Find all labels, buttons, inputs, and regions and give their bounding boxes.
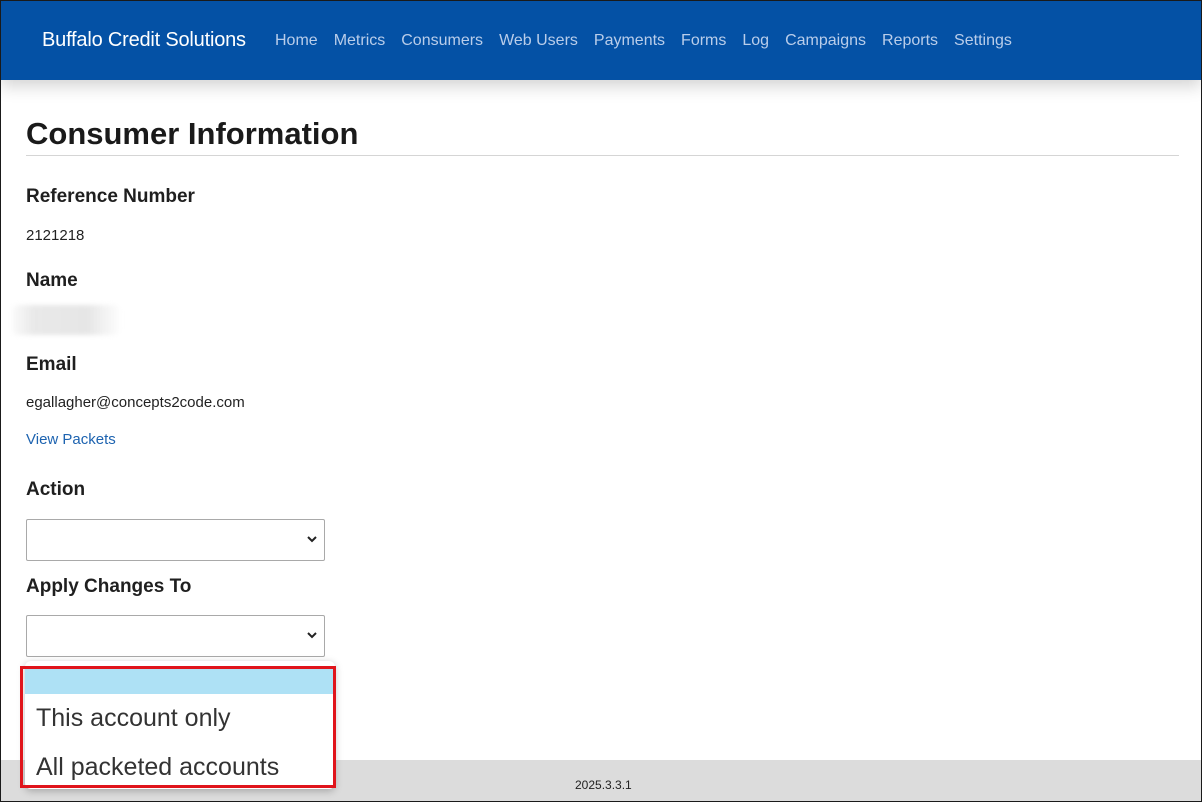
dropdown-option-all-packeted[interactable]: All packeted accounts: [25, 753, 335, 782]
nav-links: Home Metrics Consumers Web Users Payment…: [275, 32, 1028, 50]
chevron-down-icon: [307, 536, 317, 543]
dropdown-option-blank[interactable]: [25, 669, 335, 694]
email-value: egallagher@concepts2code.com: [26, 394, 245, 411]
reference-number-value: 2121218: [26, 227, 85, 244]
nav-consumers[interactable]: Consumers: [401, 32, 483, 50]
nav-forms[interactable]: Forms: [681, 32, 726, 50]
email-label: Email: [26, 354, 77, 375]
nav-metrics[interactable]: Metrics: [334, 32, 386, 50]
version-text: 2025.3.3.1: [575, 778, 632, 792]
name-label: Name: [26, 270, 78, 291]
redacted-name-value: [12, 305, 120, 335]
nav-settings[interactable]: Settings: [954, 32, 1012, 50]
apply-changes-select[interactable]: [26, 615, 325, 657]
nav-web-users[interactable]: Web Users: [499, 32, 578, 50]
app-window: Buffalo Credit Solutions Home Metrics Co…: [0, 0, 1202, 802]
view-packets-link[interactable]: View Packets: [26, 431, 116, 448]
chevron-down-icon: [307, 632, 317, 639]
dropdown-option-this-account[interactable]: This account only: [25, 704, 335, 733]
title-divider: [26, 155, 1179, 156]
brand-title[interactable]: Buffalo Credit Solutions: [42, 29, 246, 52]
apply-changes-dropdown-list: This account only All packeted accounts: [25, 661, 335, 789]
nav-home[interactable]: Home: [275, 32, 318, 50]
apply-changes-label: Apply Changes To: [26, 576, 192, 597]
reference-number-label: Reference Number: [26, 186, 195, 207]
nav-reports[interactable]: Reports: [882, 32, 938, 50]
top-navbar: Buffalo Credit Solutions Home Metrics Co…: [1, 1, 1201, 80]
nav-campaigns[interactable]: Campaigns: [785, 32, 866, 50]
nav-payments[interactable]: Payments: [594, 32, 665, 50]
action-label: Action: [26, 479, 86, 500]
action-select[interactable]: [26, 519, 325, 561]
page-title: Consumer Information: [26, 116, 359, 151]
nav-log[interactable]: Log: [742, 32, 769, 50]
